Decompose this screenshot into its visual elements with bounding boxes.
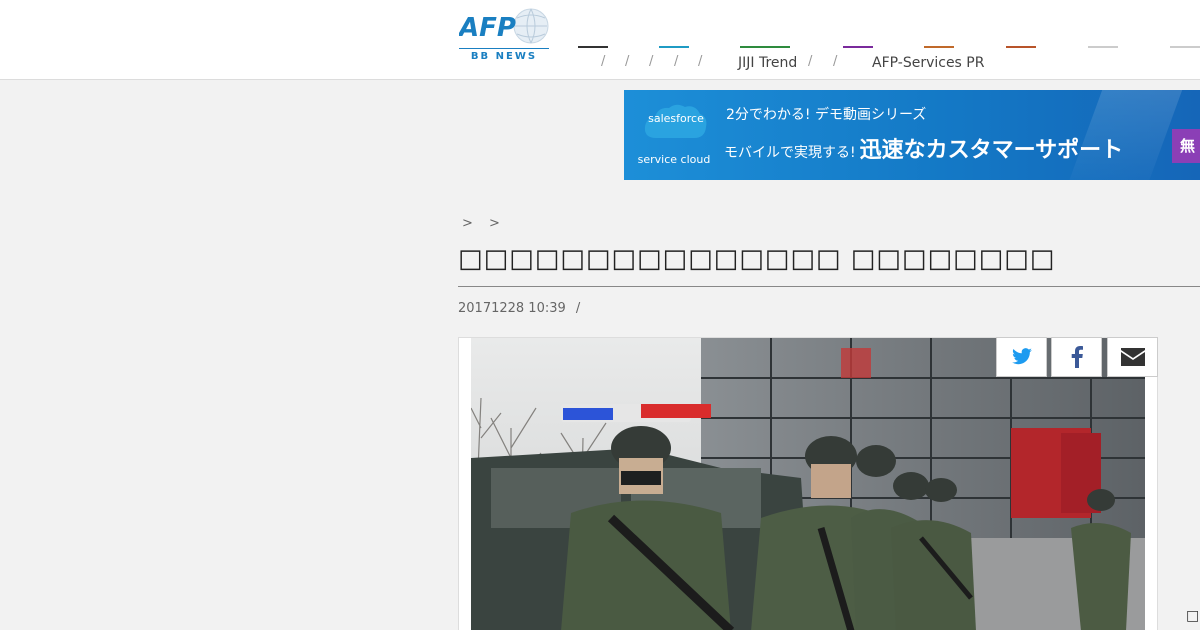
svg-text:AFP: AFP — [459, 13, 516, 43]
nav-separator: / — [698, 54, 703, 69]
banner-brand: salesforce — [648, 112, 704, 125]
nav-line — [740, 46, 790, 48]
nav-separator: / — [833, 54, 838, 69]
banner-headline-main: 迅速なカスタマーサポート — [859, 138, 1124, 163]
article-photo[interactable] — [471, 338, 1145, 630]
share-mail-button[interactable] — [1107, 337, 1158, 377]
nav-separator: / — [625, 54, 630, 69]
breadcrumb[interactable]: > > — [462, 216, 506, 231]
nav-separator: / — [674, 54, 679, 69]
title-divider — [458, 286, 1200, 287]
nav-line — [1006, 46, 1036, 48]
banner-headline-prefix: モバイルで実現する! — [724, 145, 856, 161]
nav-line — [1170, 46, 1200, 48]
meta-separator: / — [575, 301, 581, 316]
nav-line — [843, 46, 873, 48]
afp-globe-logo-icon: AFP — [459, 8, 549, 44]
nav-item-afp-services-pr[interactable]: AFP-Services PR — [872, 55, 984, 71]
corner-glyph: □ — [1186, 608, 1200, 624]
nav-separator: / — [808, 54, 813, 69]
nav-line — [578, 46, 608, 48]
twitter-icon — [1011, 348, 1032, 365]
nav-color-lines — [578, 46, 1200, 49]
banner-headline-2: モバイルで実現する! 迅速なカスタマーサポート — [724, 132, 1123, 164]
site-header: AFP BB NEWS / / / / / JIJI Trend / / AFP… — [0, 0, 1200, 80]
banner-tag: 無 — [1172, 129, 1200, 163]
banner-headline-1: 2分でわかる! デモ動画シリーズ — [726, 107, 927, 123]
nav-item-jiji-trend[interactable]: JIJI Trend — [738, 55, 797, 71]
share-twitter-button[interactable] — [996, 337, 1047, 377]
nav-separator: / — [601, 54, 606, 69]
logo-subtitle: BB NEWS — [470, 51, 538, 62]
nav-line — [924, 46, 954, 48]
share-facebook-button[interactable] — [1051, 337, 1102, 377]
police-patrol-photo — [471, 338, 1145, 630]
article-title: □□□□□□□□□□□□□□□ □□□□□□□□ — [458, 244, 1056, 274]
nav-line — [659, 46, 689, 48]
mail-icon — [1120, 348, 1145, 366]
afpbb-logo[interactable]: AFP BB NEWS — [459, 8, 551, 66]
facebook-icon — [1071, 346, 1083, 368]
article-meta: 20171228 10:39 / — [458, 301, 580, 316]
article-date: 20171228 10:39 — [458, 301, 566, 316]
nav-separator: / — [649, 54, 654, 69]
ad-banner[interactable]: salesforce service cloud 2分でわかる! デモ動画シリー… — [624, 90, 1200, 180]
article-photo-frame — [458, 337, 1158, 630]
nav-line — [1088, 46, 1118, 48]
banner-service: service cloud — [637, 153, 711, 166]
